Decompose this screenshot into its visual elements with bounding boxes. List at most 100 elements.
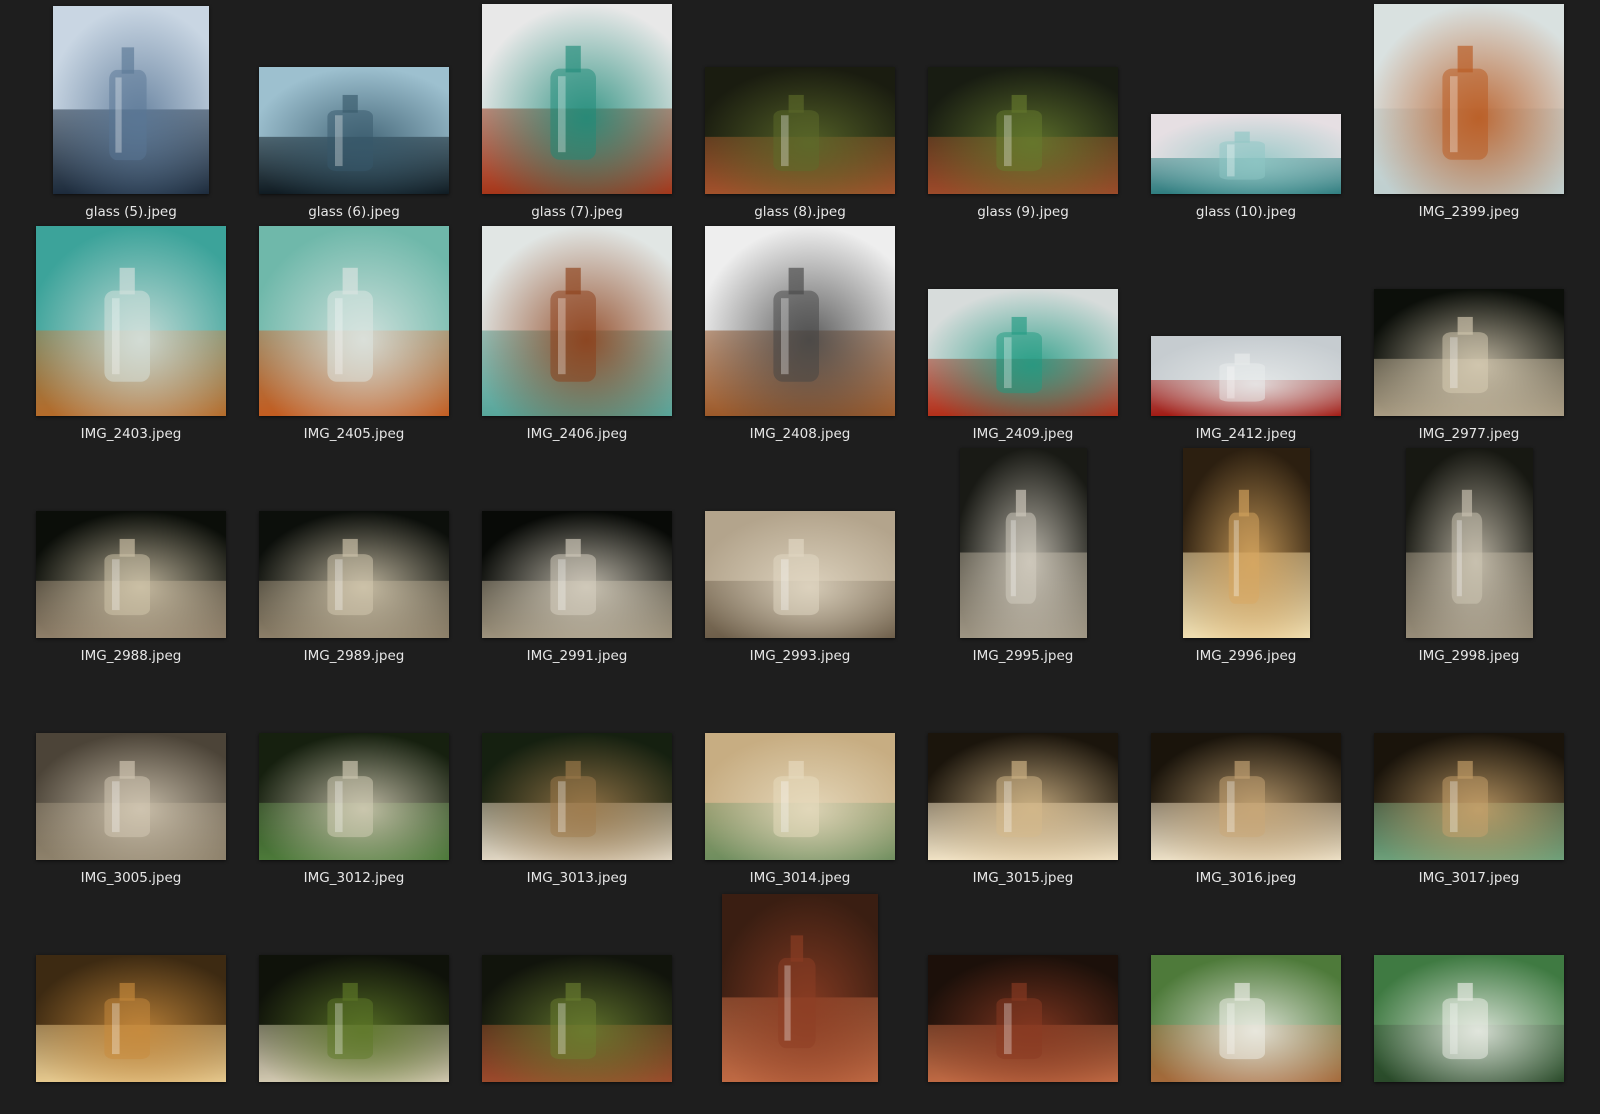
thumbnail-frame (240, 888, 468, 1082)
thumbnail-frame (1355, 666, 1583, 860)
file-thumbnail[interactable]: IMG_3005.jpeg (17, 666, 245, 892)
file-thumbnail[interactable]: IMG_2399.jpeg (1355, 0, 1583, 226)
thumbnail-image (53, 6, 209, 194)
file-name-label: IMG_2989.jpeg (303, 648, 405, 664)
thumbnail-photo (960, 448, 1087, 638)
file-name-label: IMG_2993.jpeg (749, 648, 851, 664)
thumbnail-frame (686, 222, 914, 416)
thumbnail-photo (705, 67, 895, 194)
thumbnail-frame (17, 222, 245, 416)
thumbnail-photo (482, 4, 672, 194)
thumbnail-photo (482, 733, 672, 860)
thumbnail-image (1374, 289, 1564, 416)
file-thumbnail[interactable]: IMG_2977.jpeg (1355, 222, 1583, 448)
thumbnail-photo (928, 955, 1118, 1082)
file-thumbnail[interactable] (686, 888, 914, 1114)
thumbnail-image (1151, 733, 1341, 860)
thumbnail-frame (240, 444, 468, 638)
thumbnail-frame (17, 888, 245, 1082)
file-thumbnail[interactable] (17, 888, 245, 1114)
file-thumbnail[interactable]: glass (9).jpeg (909, 0, 1137, 226)
file-name-label: IMG_2399.jpeg (1418, 204, 1520, 220)
file-name-label: IMG_3012.jpeg (303, 870, 405, 886)
file-name-label: IMG_2409.jpeg (972, 426, 1074, 442)
thumbnail-frame (686, 444, 914, 638)
thumbnail-image (928, 955, 1118, 1082)
file-thumbnail[interactable]: IMG_2405.jpeg (240, 222, 468, 448)
thumbnail-frame (909, 222, 1137, 416)
thumbnail-frame (1355, 888, 1583, 1082)
thumbnail-image (960, 448, 1087, 638)
thumbnail-photo (259, 511, 449, 638)
file-thumbnail[interactable]: glass (10).jpeg (1132, 0, 1360, 226)
thumbnail-photo (259, 67, 449, 194)
file-thumbnail[interactable] (909, 888, 1137, 1114)
thumbnail-image (705, 226, 895, 416)
thumbnail-frame (909, 666, 1137, 860)
file-thumbnail[interactable]: IMG_3012.jpeg (240, 666, 468, 892)
file-thumbnail[interactable]: IMG_2408.jpeg (686, 222, 914, 448)
file-thumbnail[interactable]: IMG_2409.jpeg (909, 222, 1137, 448)
thumbnail-grid: glass (5).jpeg glass (6).jpeg glass (7).… (0, 0, 1600, 1082)
file-thumbnail[interactable] (1132, 888, 1360, 1114)
file-thumbnail[interactable]: glass (5).jpeg (17, 0, 245, 226)
thumbnail-image (259, 733, 449, 860)
file-name-label: IMG_2406.jpeg (526, 426, 628, 442)
file-name-label: IMG_2412.jpeg (1195, 426, 1297, 442)
thumbnail-image (36, 511, 226, 638)
thumbnail-image (36, 226, 226, 416)
file-name-label: IMG_3013.jpeg (526, 870, 628, 886)
thumbnail-photo (36, 511, 226, 638)
file-thumbnail[interactable]: IMG_2412.jpeg (1132, 222, 1360, 448)
thumbnail-image (705, 733, 895, 860)
file-thumbnail[interactable]: IMG_2403.jpeg (17, 222, 245, 448)
file-name-label: IMG_2403.jpeg (80, 426, 182, 442)
thumbnail-photo (259, 733, 449, 860)
thumbnail-frame (17, 0, 245, 194)
thumbnail-image (1183, 448, 1310, 638)
thumbnail-photo (928, 733, 1118, 860)
thumbnail-image (705, 511, 895, 638)
file-thumbnail[interactable]: glass (7).jpeg (463, 0, 691, 226)
thumbnail-photo (705, 226, 895, 416)
thumbnail-image (259, 226, 449, 416)
thumbnail-photo (1374, 733, 1564, 860)
thumbnail-frame (1355, 444, 1583, 638)
thumbnail-photo (36, 733, 226, 860)
file-thumbnail[interactable]: IMG_2993.jpeg (686, 444, 914, 670)
file-thumbnail[interactable]: IMG_2995.jpeg (909, 444, 1137, 670)
file-thumbnail[interactable]: IMG_3016.jpeg (1132, 666, 1360, 892)
thumbnail-photo (1183, 448, 1310, 638)
file-thumbnail[interactable] (240, 888, 468, 1114)
file-thumbnail[interactable]: IMG_2988.jpeg (17, 444, 245, 670)
file-thumbnail[interactable]: IMG_2998.jpeg (1355, 444, 1583, 670)
file-thumbnail[interactable] (463, 888, 691, 1114)
file-thumbnail[interactable]: IMG_2406.jpeg (463, 222, 691, 448)
file-thumbnail[interactable]: IMG_3015.jpeg (909, 666, 1137, 892)
thumbnail-image (1374, 4, 1564, 194)
file-thumbnail[interactable]: IMG_3017.jpeg (1355, 666, 1583, 892)
file-thumbnail[interactable]: IMG_2996.jpeg (1132, 444, 1360, 670)
thumbnail-frame (686, 888, 914, 1082)
file-name-label: IMG_3014.jpeg (749, 870, 851, 886)
thumbnail-photo (928, 289, 1118, 416)
thumbnail-frame (463, 222, 691, 416)
file-name-label: IMG_2995.jpeg (972, 648, 1074, 664)
file-thumbnail[interactable]: IMG_3013.jpeg (463, 666, 691, 892)
thumbnail-photo (1151, 114, 1341, 194)
file-thumbnail[interactable]: IMG_2991.jpeg (463, 444, 691, 670)
file-name-label: IMG_2977.jpeg (1418, 426, 1520, 442)
file-name-label: glass (8).jpeg (754, 204, 846, 220)
file-name-label: IMG_2408.jpeg (749, 426, 851, 442)
file-name-label: IMG_2996.jpeg (1195, 648, 1297, 664)
file-thumbnail[interactable]: IMG_3014.jpeg (686, 666, 914, 892)
file-thumbnail[interactable]: glass (6).jpeg (240, 0, 468, 226)
thumbnail-photo (259, 955, 449, 1082)
file-thumbnail[interactable]: IMG_2989.jpeg (240, 444, 468, 670)
thumbnail-image (259, 67, 449, 194)
file-name-label: IMG_3016.jpeg (1195, 870, 1297, 886)
thumbnail-image (928, 289, 1118, 416)
file-thumbnail[interactable] (1355, 888, 1583, 1114)
file-thumbnail[interactable]: glass (8).jpeg (686, 0, 914, 226)
thumbnail-image (259, 955, 449, 1082)
